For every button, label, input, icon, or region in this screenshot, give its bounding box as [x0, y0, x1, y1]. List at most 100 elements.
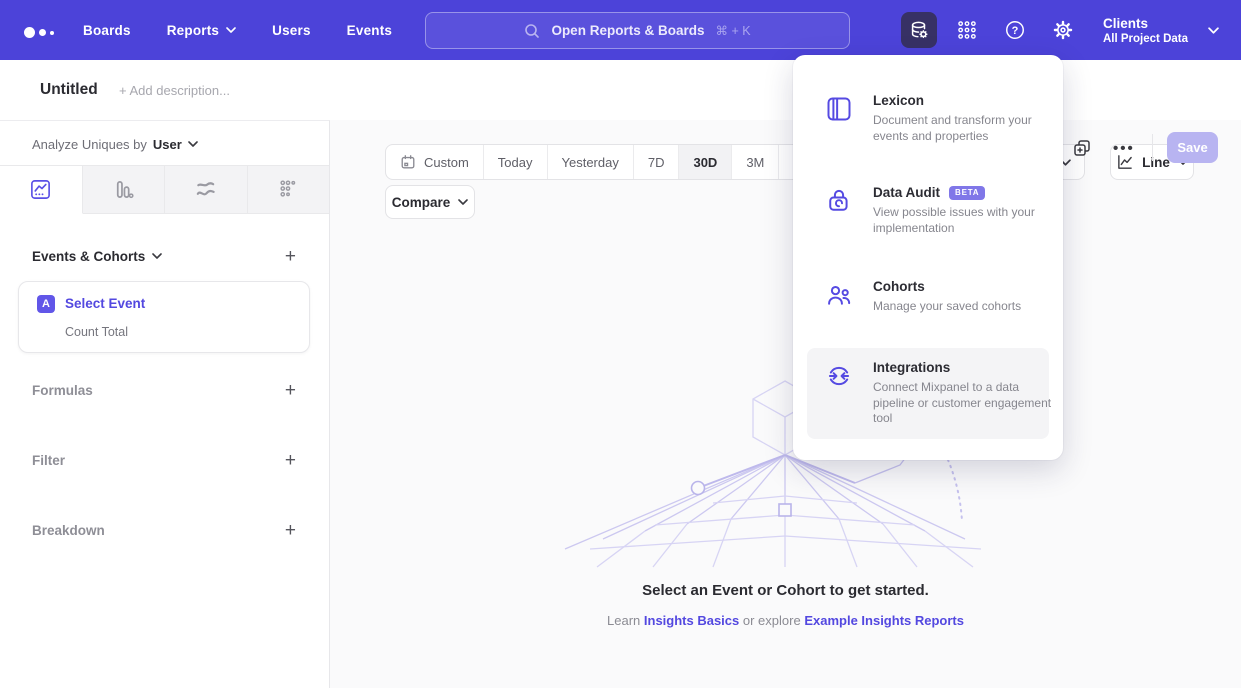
- nav-boards-label: Boards: [83, 23, 131, 38]
- lexicon-description: Document and transform your events and p…: [873, 113, 1055, 144]
- copy-plus-icon: [1072, 138, 1092, 158]
- example-reports-link[interactable]: Example Insights Reports: [804, 613, 964, 628]
- menu-item-integrations[interactable]: Integrations Connect Mixpanel to a data …: [807, 348, 1049, 439]
- date-3m[interactable]: 3M: [732, 145, 779, 179]
- select-event-card[interactable]: A Select Event Count Total: [18, 281, 310, 353]
- chevron-down-icon: [458, 199, 468, 205]
- date-today-label: Today: [498, 155, 533, 170]
- date-yesterday-label: Yesterday: [562, 155, 619, 170]
- beta-badge: BETA: [949, 186, 985, 200]
- duplicate-button[interactable]: [1072, 138, 1092, 158]
- date-30d[interactable]: 30D: [679, 145, 732, 179]
- data-audit-description: View possible issues with your implement…: [873, 205, 1055, 236]
- date-7d[interactable]: 7D: [634, 145, 680, 179]
- analyze-by-value: User: [153, 137, 182, 152]
- insights-basics-link[interactable]: Insights Basics: [644, 613, 739, 628]
- chart-type-tabs: [0, 165, 329, 214]
- more-options-button[interactable]: •••: [1113, 140, 1135, 157]
- nav-users-label: Users: [272, 23, 311, 38]
- data-audit-icon: [825, 187, 853, 215]
- integrations-description: Connect Mixpanel to a data pipeline or c…: [873, 380, 1055, 427]
- empty-state-subtitle: Learn Insights Basics or explore Example…: [330, 613, 1241, 628]
- database-gear-icon: [908, 19, 930, 41]
- integrations-title: Integrations: [873, 360, 950, 375]
- breakdown-section: Breakdown +: [32, 516, 296, 544]
- compare-button[interactable]: Compare: [385, 185, 475, 219]
- add-breakdown-button[interactable]: +: [285, 521, 296, 540]
- menu-item-data-audit[interactable]: Data Audit BETA View possible issues wit…: [807, 173, 1049, 248]
- events-cohorts-label: Events & Cohorts: [32, 249, 145, 264]
- primary-nav: Boards Reports Users Events: [83, 0, 392, 60]
- apps-grid-icon: [957, 20, 977, 40]
- subtitle-middle: or explore: [743, 613, 801, 628]
- chart-type-label: Line: [1142, 155, 1170, 170]
- nav-reports-label: Reports: [167, 23, 219, 38]
- chevron-down-icon: [226, 27, 236, 33]
- filter-section: Filter +: [32, 446, 296, 474]
- date-custom[interactable]: Custom: [386, 145, 484, 179]
- event-badge: A: [37, 295, 55, 313]
- query-builder-sidebar: Analyze Uniques by User: [0, 120, 330, 688]
- tab-line-chart[interactable]: [0, 166, 83, 214]
- analyze-by-label: Analyze Uniques by: [32, 137, 147, 152]
- bar-chart-icon: [112, 178, 135, 201]
- help-button[interactable]: ?: [997, 12, 1033, 48]
- save-button[interactable]: Save: [1167, 132, 1218, 163]
- subtitle-prefix: Learn: [607, 613, 640, 628]
- chevron-down-icon: [188, 141, 198, 147]
- breakdown-label: Breakdown: [32, 523, 105, 538]
- menu-item-cohorts[interactable]: Cohorts Manage your saved cohorts: [807, 267, 1049, 327]
- add-formula-button[interactable]: +: [285, 381, 296, 400]
- add-filter-button[interactable]: +: [285, 451, 296, 470]
- empty-state-title: Select an Event or Cohort to get started…: [330, 582, 1241, 599]
- header-divider: [1152, 134, 1153, 161]
- project-name: Clients: [1103, 16, 1188, 31]
- cohorts-description: Manage your saved cohorts: [873, 299, 1055, 315]
- help-icon: ?: [1004, 19, 1026, 41]
- apps-grid-button[interactable]: [949, 12, 985, 48]
- date-custom-label: Custom: [424, 155, 469, 170]
- menu-item-lexicon[interactable]: Lexicon Document and transform your even…: [807, 81, 1049, 156]
- tab-metric[interactable]: [248, 166, 330, 213]
- svg-text:?: ?: [1012, 25, 1019, 37]
- search-input[interactable]: Open Reports & Boards ⌘ + K: [425, 12, 850, 49]
- date-today[interactable]: Today: [484, 145, 548, 179]
- analyze-by-selector[interactable]: User: [153, 137, 198, 152]
- nav-boards[interactable]: Boards: [83, 23, 131, 38]
- compare-label: Compare: [392, 195, 451, 210]
- events-cohorts-header[interactable]: Events & Cohorts: [32, 249, 162, 264]
- gear-icon: [1052, 19, 1074, 41]
- nav-reports[interactable]: Reports: [167, 23, 236, 38]
- date-7d-label: 7D: [648, 155, 665, 170]
- project-switcher[interactable]: Clients All Project Data: [1081, 16, 1219, 45]
- data-audit-title: Data Audit: [873, 185, 940, 200]
- calendar-icon: [400, 154, 416, 170]
- report-canvas: Custom Today Yesterday 7D 30D 3M 6M Line: [330, 120, 1241, 688]
- nav-events[interactable]: Events: [347, 23, 392, 38]
- navbar-right: ?: [901, 0, 1241, 60]
- chevron-down-icon: [1208, 27, 1219, 34]
- select-event-label: Select Event: [65, 296, 145, 311]
- chevron-down-icon: [152, 253, 162, 259]
- report-title[interactable]: Untitled: [40, 81, 98, 99]
- tab-bar-chart[interactable]: [83, 166, 166, 213]
- cohorts-people-icon: [825, 281, 853, 309]
- formulas-label: Formulas: [32, 383, 93, 398]
- count-total-label[interactable]: Count Total: [65, 325, 128, 339]
- data-management-dropdown: Lexicon Document and transform your even…: [793, 55, 1063, 460]
- mixpanel-logo[interactable]: [24, 24, 58, 36]
- nav-users[interactable]: Users: [272, 23, 311, 38]
- settings-button[interactable]: [1045, 12, 1081, 48]
- formulas-section: Formulas +: [32, 376, 296, 404]
- integrations-sync-icon: [825, 362, 853, 390]
- add-description[interactable]: + Add description...: [119, 83, 230, 98]
- add-event-button[interactable]: +: [285, 247, 296, 266]
- tab-stacked-chart[interactable]: [165, 166, 248, 213]
- nav-events-label: Events: [347, 23, 392, 38]
- top-navbar: Boards Reports Users Events Open Reports…: [0, 0, 1241, 60]
- filter-label: Filter: [32, 453, 65, 468]
- search-icon: [524, 23, 540, 39]
- mixpanel-insights-app: Boards Reports Users Events Open Reports…: [0, 0, 1241, 688]
- data-management-button[interactable]: [901, 12, 937, 48]
- date-yesterday[interactable]: Yesterday: [548, 145, 634, 179]
